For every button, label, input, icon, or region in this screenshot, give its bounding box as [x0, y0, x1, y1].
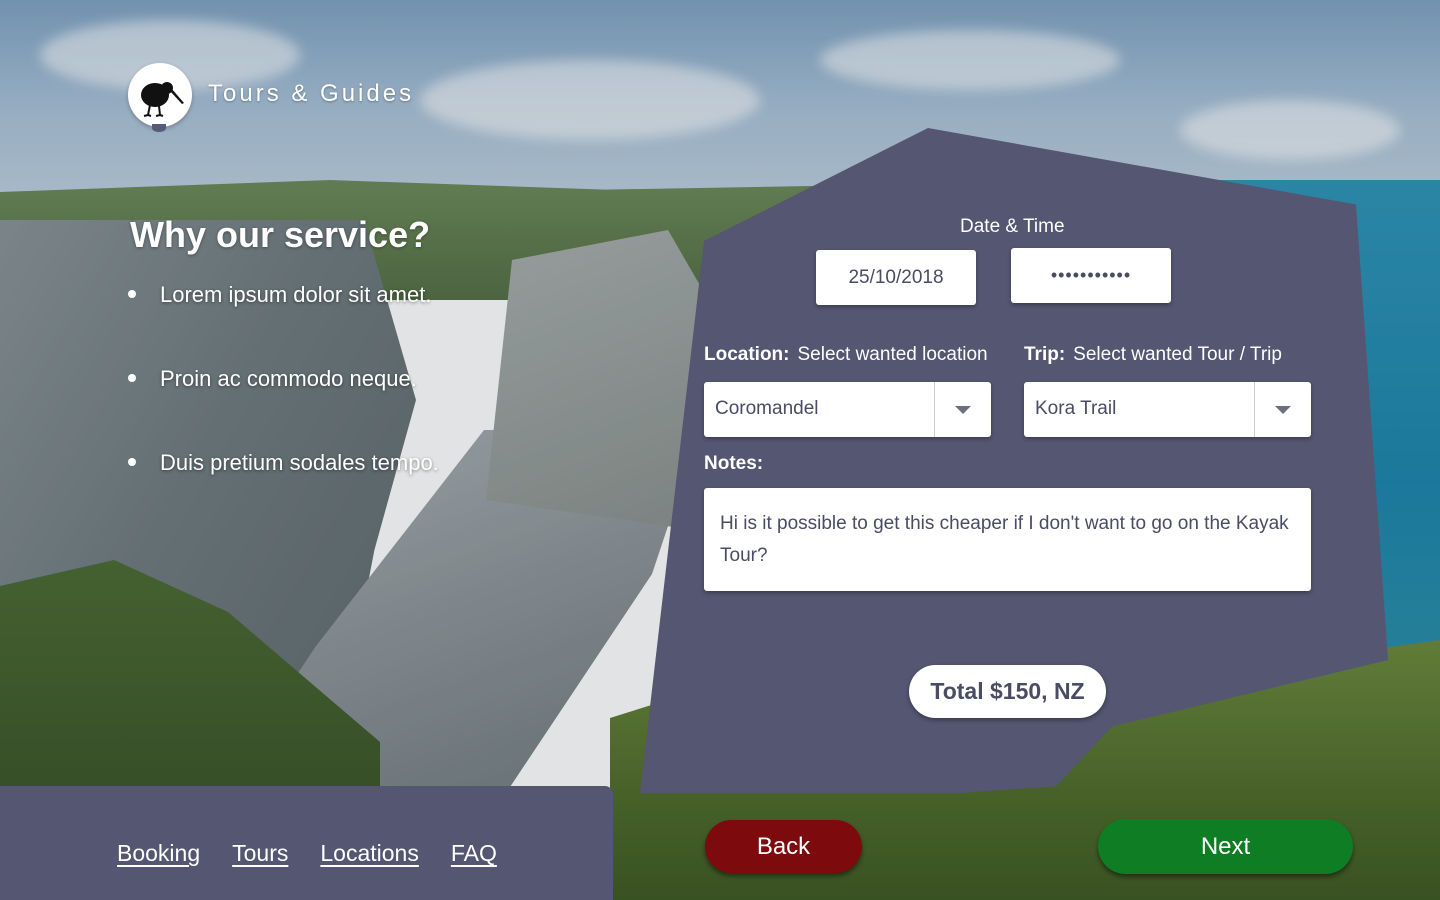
why-item-text: Proin ac commodo neque. [160, 366, 417, 391]
bullet-icon [128, 290, 136, 298]
why-item: Proin ac commodo neque. [128, 366, 439, 450]
why-item-text: Lorem ipsum dolor sit amet. [160, 282, 432, 307]
why-item: Lorem ipsum dolor sit amet. [128, 282, 439, 366]
chevron-down-icon [955, 406, 971, 414]
location-select-value: Coromandel [715, 398, 819, 419]
why-item: Duis pretium sodales tempo. [128, 450, 439, 534]
total-price-text: Total $150, NZ [930, 678, 1085, 704]
why-title: Why our service? [130, 214, 431, 255]
bullet-icon [128, 458, 136, 466]
trip-select[interactable]: Kora Trail [1024, 382, 1311, 437]
kiwi-bird-icon [141, 82, 184, 117]
trip-select-value: Kora Trail [1035, 398, 1117, 419]
next-button[interactable]: Next [1098, 819, 1353, 874]
select-divider [1254, 382, 1255, 437]
datetime-label: Date & Time [960, 216, 1065, 237]
time-input[interactable]: ••••••••••• [1011, 248, 1171, 303]
location-select[interactable]: Coromandel [704, 382, 991, 437]
location-label-text: Location: [704, 344, 790, 365]
location-label: Location: Select wanted location [704, 344, 988, 366]
footer-link-locations[interactable]: Locations [320, 840, 418, 867]
date-input[interactable]: 25/10/2018 [816, 250, 976, 305]
back-button[interactable]: Back [705, 820, 862, 873]
location-hint: Select wanted location [797, 344, 988, 365]
logo[interactable] [128, 63, 192, 127]
date-value: 25/10/2018 [848, 266, 944, 288]
trip-hint: Select wanted Tour / Trip [1073, 344, 1282, 365]
chevron-down-icon [1275, 406, 1291, 414]
notes-label: Notes: [704, 453, 764, 474]
brand-name: Tours & Guides [208, 80, 415, 107]
notes-value: Hi is it possible to get this cheaper if… [720, 513, 1289, 566]
footer-nav: Booking Tours Locations FAQ [117, 840, 497, 867]
logo-pin-tail [152, 124, 166, 132]
footer-link-tours[interactable]: Tours [232, 840, 288, 867]
footer-link-faq[interactable]: FAQ [451, 840, 497, 867]
trip-label: Trip: Select wanted Tour / Trip [1024, 344, 1282, 366]
trip-label-text: Trip: [1024, 344, 1066, 365]
footer-link-booking[interactable]: Booking [117, 840, 200, 867]
total-price-badge: Total $150, NZ [909, 665, 1106, 718]
notes-textarea[interactable]: Hi is it possible to get this cheaper if… [704, 488, 1311, 591]
bullet-icon [128, 374, 136, 382]
why-list: Lorem ipsum dolor sit amet. Proin ac com… [128, 282, 439, 534]
select-divider [934, 382, 935, 437]
why-item-text: Duis pretium sodales tempo. [160, 450, 439, 475]
time-value: ••••••••••• [1050, 265, 1132, 285]
